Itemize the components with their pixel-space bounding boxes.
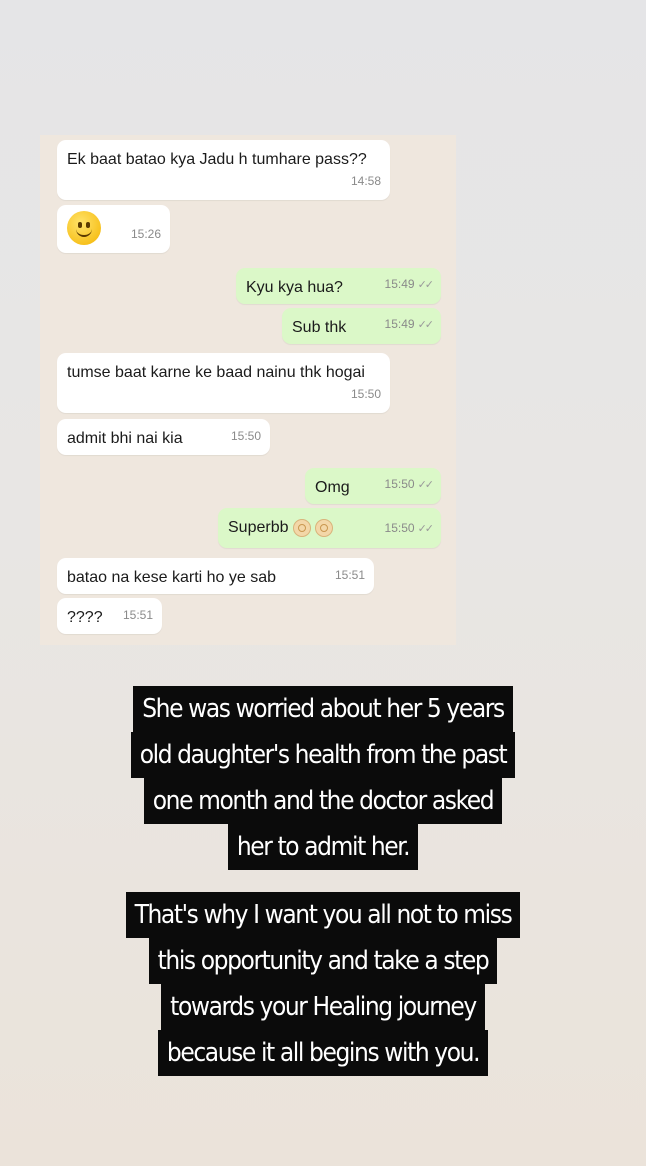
message-bubble-outgoing: Sub thk 15:49 ✓✓	[282, 308, 441, 344]
chat-screenshot: Ek baat batao kya Jadu h tumhare pass?? …	[40, 135, 456, 645]
message-text: Kyu kya hua?	[246, 279, 343, 296]
caption-line: She was worried about her 5 years	[133, 686, 513, 732]
story-screen: Ek baat batao kya Jadu h tumhare pass?? …	[0, 0, 646, 1166]
caption-line: because it all begins with you.	[157, 1030, 489, 1076]
caption-line: this opportunity and take a step	[148, 938, 498, 984]
message-time: 15:49 ✓✓	[384, 277, 435, 291]
message-time: 15:26	[130, 227, 161, 241]
message-time: 14:58	[350, 174, 381, 188]
double-check-icon: ✓✓	[417, 279, 435, 291]
message-bubble-incoming: Ek baat batao kya Jadu h tumhare pass?? …	[57, 140, 390, 200]
caption-line: towards your Healing journey	[161, 984, 485, 1030]
message-time: 15:51	[334, 568, 365, 582]
double-check-icon: ✓✓	[417, 479, 435, 491]
caption-line: That's why I want you all not to miss	[125, 892, 521, 938]
message-text: Sub thk	[292, 319, 347, 336]
message-bubble-outgoing: Superbb 15:50 ✓✓	[218, 508, 441, 548]
message-bubble-incoming: 15:26	[57, 205, 170, 253]
message-text: batao na kese karti ho ye sab	[67, 569, 277, 586]
message-text: admit bhi nai kia	[67, 430, 183, 447]
message-bubble-incoming: batao na kese karti ho ye sab 15:51	[57, 558, 374, 594]
message-time: 15:50	[350, 387, 381, 401]
message-bubble-incoming: admit bhi nai kia 15:50	[57, 419, 270, 455]
smiling-face-icon	[67, 211, 101, 245]
message-time: 15:50 ✓✓	[384, 477, 435, 491]
message-text: Omg	[315, 479, 350, 496]
caption-line: her to admit her.	[227, 824, 419, 870]
message-time: 15:50 ✓✓	[384, 521, 435, 535]
double-check-icon: ✓✓	[417, 523, 435, 535]
caption-line: one month and the doctor asked	[143, 778, 503, 824]
double-check-icon: ✓✓	[417, 319, 435, 331]
message-bubble-incoming: ???? 15:51	[57, 598, 162, 634]
message-time: 15:51	[122, 608, 153, 622]
message-time: 15:50	[230, 429, 261, 443]
message-time: 15:49 ✓✓	[384, 317, 435, 331]
ok-hand-icon	[292, 518, 311, 537]
ok-hand-icon	[314, 518, 333, 537]
message-bubble-outgoing: Kyu kya hua? 15:49 ✓✓	[236, 268, 441, 304]
caption-line: old daughter's health from the past	[130, 732, 516, 778]
message-text: ????	[67, 609, 103, 626]
message-bubble-incoming: tumse baat karne ke baad nainu thk hogai…	[57, 353, 390, 413]
message-text: Ek baat batao kya Jadu h tumhare pass??	[67, 151, 367, 168]
message-text: tumse baat karne ke baad nainu thk hogai	[67, 364, 365, 381]
story-caption-1: She was worried about her 5 years old da…	[0, 686, 646, 870]
message-text: Superbb	[228, 519, 289, 536]
message-bubble-outgoing: Omg 15:50 ✓✓	[305, 468, 441, 504]
story-caption-2: That's why I want you all not to miss th…	[0, 892, 646, 1076]
